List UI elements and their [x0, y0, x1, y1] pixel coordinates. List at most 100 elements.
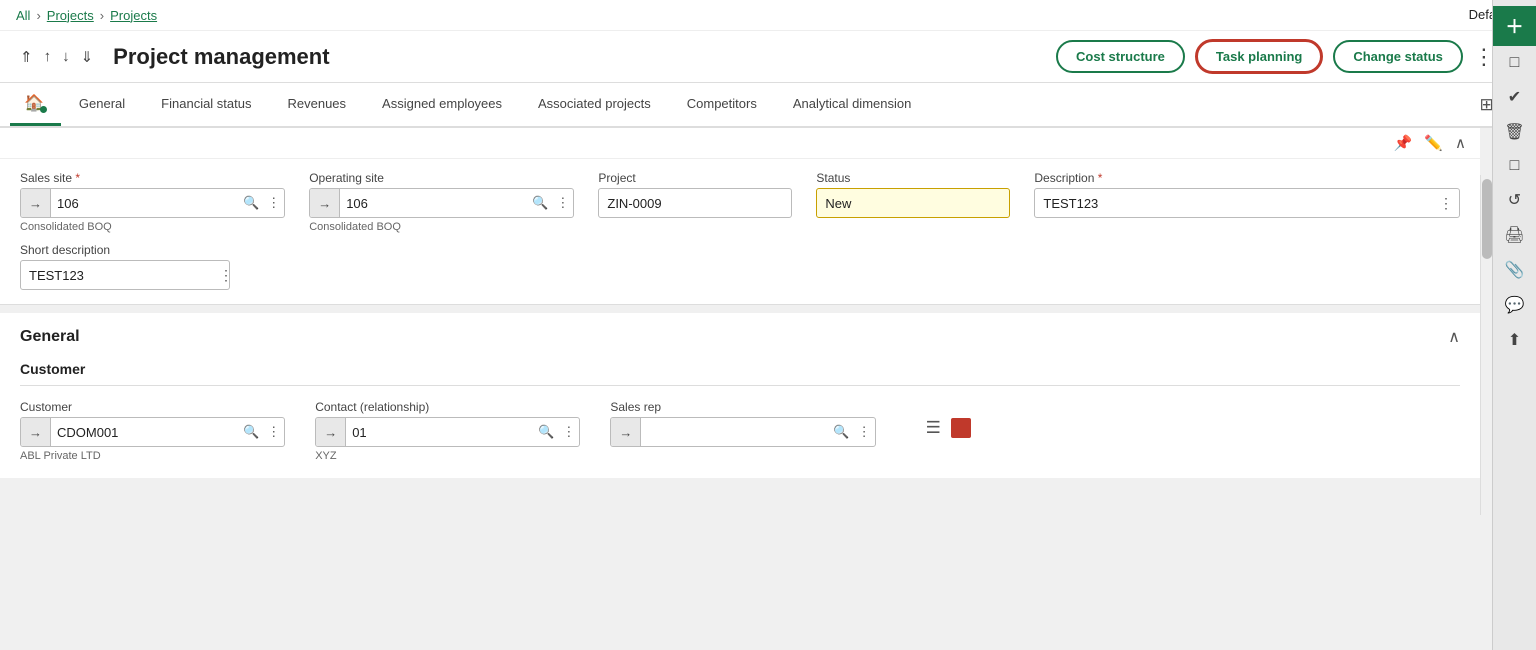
sales-site-field: Sales site * → 🔍 ⋮ Consolidated BOQ	[20, 171, 285, 233]
section-top-bar: 📌 ✏️ ∧	[0, 128, 1480, 159]
main-content: 📌 ✏️ ∧ Sales site * → 🔍 ⋮ Consolidated B…	[0, 128, 1536, 478]
sales-site-more[interactable]: ⋮	[263, 195, 284, 211]
description-input-field[interactable]	[1035, 196, 1433, 211]
red-square-icon[interactable]	[951, 418, 971, 438]
sidebar-refresh-btn[interactable]: ↺	[1493, 183, 1536, 217]
customer-section-title: Customer	[0, 357, 1480, 385]
short-desc-input-field[interactable]	[21, 268, 213, 283]
customer-arrow[interactable]: →	[21, 418, 51, 446]
project-input-field[interactable]	[599, 196, 791, 211]
breadcrumb-projects2[interactable]: Projects	[110, 8, 157, 23]
tab-home[interactable]: 🏠	[10, 83, 61, 126]
change-status-button[interactable]: Change status	[1333, 40, 1463, 73]
tab-general[interactable]: General	[61, 84, 143, 126]
task-planning-button[interactable]: Task planning	[1195, 39, 1323, 74]
sales-rep-input-field[interactable]	[641, 425, 829, 440]
sidebar-delete-btn[interactable]: 🗑	[1493, 115, 1536, 149]
breadcrumb-sep2: ›	[100, 8, 104, 23]
tab-revenues[interactable]: Revenues	[270, 84, 365, 126]
operating-site-sub: Consolidated BOQ	[309, 221, 574, 233]
customer-input-field[interactable]	[51, 425, 239, 440]
collapse-top-icon[interactable]: ∧	[1455, 134, 1466, 152]
description-field: Description * ⋮	[1034, 171, 1460, 218]
scrollbar	[1480, 175, 1492, 515]
home-tab-dot	[40, 106, 47, 113]
nav-prev[interactable]: ↑	[40, 46, 56, 68]
customer-label: Customer	[20, 400, 285, 414]
operating-site-input: → 🔍 ⋮	[309, 188, 574, 218]
short-desc-more[interactable]: ⋮	[213, 267, 230, 284]
nav-last[interactable]: ⇓	[77, 46, 98, 68]
customer-sub: ABL Private LTD	[20, 450, 285, 462]
general-section: General ∧ Customer Customer → 🔍 ⋮ ABL Pr…	[0, 313, 1480, 478]
cost-structure-button[interactable]: Cost structure	[1056, 40, 1185, 73]
breadcrumb: All › Projects › Projects Default ▾	[0, 0, 1536, 31]
sales-rep-label: Sales rep	[610, 400, 875, 414]
status-input-field[interactable]	[817, 196, 1009, 211]
project-label: Project	[598, 171, 792, 185]
sales-site-input-field[interactable]	[51, 196, 239, 211]
breadcrumb-projects1[interactable]: Projects	[47, 8, 94, 23]
page-title: Project management	[113, 44, 1046, 70]
scrollbar-thumb[interactable]	[1482, 179, 1492, 259]
contact-more[interactable]: ⋮	[558, 424, 579, 440]
description-label: Description *	[1034, 171, 1460, 185]
status-input	[816, 188, 1010, 218]
nav-first[interactable]: ⇑	[16, 46, 37, 68]
sales-site-sub: Consolidated BOQ	[20, 221, 285, 233]
desc-required-star: *	[1098, 171, 1103, 185]
tab-competitors[interactable]: Competitors	[669, 84, 775, 126]
operating-site-search[interactable]: 🔍	[528, 195, 552, 211]
operating-site-arrow[interactable]: →	[310, 189, 340, 217]
customer-search[interactable]: 🔍	[239, 424, 263, 440]
contact-search[interactable]: 🔍	[534, 424, 558, 440]
general-collapse-btn[interactable]: ∧	[1448, 327, 1460, 347]
list-icon[interactable]: ☰	[926, 418, 941, 438]
contact-field: Contact (relationship) → 🔍 ⋮ XYZ	[315, 400, 580, 462]
right-sidebar: ＋ □ ✔ 🗑 □ ↺ 🖨 📎 💬 ⬆	[1492, 0, 1536, 650]
sidebar-comment-btn[interactable]: 💬	[1493, 288, 1536, 322]
sidebar-add-btn[interactable]: ＋	[1493, 6, 1536, 46]
nav-next[interactable]: ↓	[58, 46, 74, 68]
contact-arrow[interactable]: →	[316, 418, 346, 446]
tab-analytical-dimension[interactable]: Analytical dimension	[775, 84, 930, 126]
sidebar-attach-btn[interactable]: 📎	[1493, 253, 1536, 287]
header-actions: Cost structure Task planning Change stat…	[1056, 39, 1520, 74]
top-section-card: 📌 ✏️ ∧ Sales site * → 🔍 ⋮ Consolidated B…	[0, 128, 1480, 305]
sidebar-check-btn[interactable]: ✔	[1493, 80, 1536, 114]
general-header[interactable]: General ∧	[0, 313, 1480, 357]
sales-rep-field: Sales rep → 🔍 ⋮	[610, 400, 875, 447]
contact-input: → 🔍 ⋮	[315, 417, 580, 447]
operating-site-more[interactable]: ⋮	[552, 195, 573, 211]
tab-financial-status[interactable]: Financial status	[143, 84, 269, 126]
page-header: ⇑ ↑ ↓ ⇓ Project management Cost structur…	[0, 31, 1536, 83]
breadcrumb-all[interactable]: All	[16, 8, 30, 23]
sidebar-square2-btn[interactable]: □	[1493, 150, 1536, 182]
short-desc-input: ⋮	[20, 260, 230, 290]
edit-icon[interactable]: ✏️	[1424, 134, 1443, 152]
sales-rep-more[interactable]: ⋮	[854, 424, 875, 440]
sales-site-search[interactable]: 🔍	[239, 195, 263, 211]
fields-row: Sales site * → 🔍 ⋮ Consolidated BOQ Oper…	[0, 159, 1480, 239]
sales-site-arrow[interactable]: →	[21, 189, 51, 217]
contact-input-field[interactable]	[346, 425, 534, 440]
project-input	[598, 188, 792, 218]
description-input: ⋮	[1034, 188, 1460, 218]
tab-assigned-employees[interactable]: Assigned employees	[364, 84, 520, 126]
sidebar-print-btn[interactable]: 🖨	[1493, 218, 1536, 252]
contact-sub: XYZ	[315, 450, 580, 462]
contact-label: Contact (relationship)	[315, 400, 580, 414]
sidebar-upload-btn[interactable]: ⬆	[1493, 323, 1536, 357]
pin-icon[interactable]: 📌	[1394, 134, 1413, 152]
required-star: *	[75, 171, 80, 185]
tab-associated-projects[interactable]: Associated projects	[520, 84, 669, 126]
project-field: Project	[598, 171, 792, 218]
operating-site-input-field[interactable]	[340, 196, 528, 211]
customer-fields-row: Customer → 🔍 ⋮ ABL Private LTD Contact (…	[0, 396, 1480, 478]
customer-more[interactable]: ⋮	[263, 424, 284, 440]
operating-site-field: Operating site → 🔍 ⋮ Consolidated BOQ	[309, 171, 574, 233]
sales-rep-arrow[interactable]: →	[611, 418, 641, 446]
sidebar-square-btn[interactable]: □	[1493, 47, 1536, 79]
description-more[interactable]: ⋮	[1433, 195, 1459, 212]
sales-rep-search[interactable]: 🔍	[829, 424, 853, 440]
